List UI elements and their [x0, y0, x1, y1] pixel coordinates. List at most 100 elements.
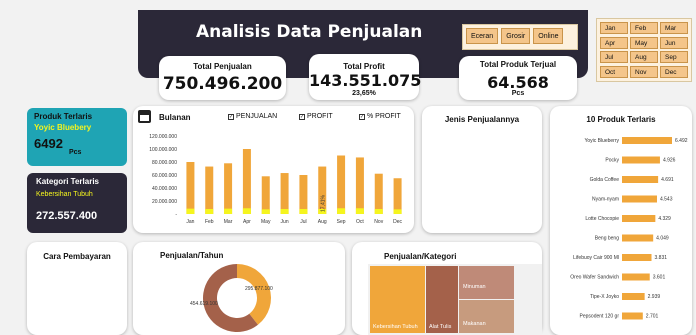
bar-profit[interactable]: [280, 208, 289, 214]
product-bar[interactable]: [622, 234, 654, 242]
month-sep-button[interactable]: Sep: [660, 51, 688, 63]
product-bar[interactable]: [622, 176, 659, 183]
bar-profit[interactable]: [224, 208, 233, 214]
kpi-total-produk: Total Produk Terjual 64.568 Pcs: [459, 56, 577, 100]
month-jun-button[interactable]: Jun: [660, 36, 688, 49]
bar-profit[interactable]: [355, 208, 364, 214]
kpi-profit-value: 143.551.075: [309, 71, 422, 90]
product-value-label: 3.601: [653, 275, 666, 281]
x-tick-label: Aug: [318, 219, 327, 225]
penjualan-kategori-card: Penjualan/Kategori Kebersihan Tubuh Alat…: [352, 242, 542, 335]
product-value-label: 4.049: [656, 236, 669, 242]
slicer-online-button[interactable]: Online: [533, 28, 564, 44]
product-bar[interactable]: [622, 137, 672, 144]
month-oct-button[interactable]: Oct: [600, 65, 628, 78]
bar-penjualan[interactable]: [299, 175, 308, 214]
x-tick-label: Dec: [393, 219, 402, 225]
slicer-grosir-button[interactable]: Grosir: [501, 28, 531, 44]
kpi-produk-label: Total Produk Terjual: [479, 60, 557, 69]
product-name-label: Nyam-nyam: [592, 197, 619, 203]
treemap-label-makanan: Makanan: [463, 321, 486, 327]
bar-penjualan[interactable]: [337, 155, 346, 215]
treemap: Kebersihan Tubuh Alat Tulis Minuman Maka…: [368, 264, 542, 335]
x-tick-label: Jun: [281, 219, 289, 225]
legend-profit[interactable]: ✓ PROFIT: [299, 113, 333, 120]
donut-label-a: 295.877.100: [245, 286, 273, 292]
product-bar[interactable]: [622, 254, 652, 261]
x-tick-label: May: [261, 219, 271, 225]
y-tick-label: 100.000.000: [149, 147, 177, 153]
product-name-label: Lifebuoy Cair 900 Ml: [573, 255, 619, 261]
y-tick-label: 40.000.000: [152, 186, 177, 192]
treemap-cell-makanan[interactable]: Makanan: [459, 300, 514, 333]
month-jul-button[interactable]: Jul: [600, 51, 628, 63]
calendar-icon: [138, 110, 151, 123]
month-aug-button[interactable]: Aug: [630, 51, 658, 63]
month-dec-button[interactable]: Dec: [660, 65, 688, 78]
month-may-button[interactable]: May: [630, 36, 658, 49]
bar-profit[interactable]: [374, 208, 383, 214]
kategori-title: Penjualan/Kategori: [384, 252, 457, 261]
month-jan-button[interactable]: Jan: [600, 22, 628, 34]
top10-bar-chart: Yoyic Blueberry 6.492 Pocky 4.926 Golda Coff…: [570, 137, 688, 320]
x-tick-label: Mar: [224, 219, 233, 225]
product-bar[interactable]: [622, 215, 656, 222]
kpi-total-profit: Total Profit 143.551.075 23,65%: [309, 54, 422, 100]
bar-penjualan[interactable]: [242, 149, 251, 214]
legend-percent-profit[interactable]: ✓ % PROFIT: [359, 113, 401, 120]
treemap-cell-alat-tulis[interactable]: Alat Tulis: [426, 266, 458, 333]
month-mar-button[interactable]: Mar: [660, 22, 688, 34]
bar-profit[interactable]: [186, 208, 195, 214]
product-value-label: 6.492: [675, 138, 688, 144]
bar-penjualan[interactable]: [280, 173, 289, 214]
percent-profit-annotation: 17,41%: [320, 194, 326, 212]
product-value-label: 2.939: [648, 294, 661, 300]
x-tick-label: Jan: [186, 219, 194, 225]
product-name-label: Golda Coffee: [590, 177, 620, 183]
month-feb-button[interactable]: Feb: [630, 22, 658, 34]
slicer-eceran-button[interactable]: Eceran: [466, 28, 499, 44]
bar-penjualan[interactable]: [205, 166, 214, 214]
treemap-cell-minuman[interactable]: Minuman: [459, 266, 514, 299]
bar-penjualan[interactable]: [224, 163, 233, 214]
bar-penjualan[interactable]: [186, 162, 195, 214]
y-tick-label: 20.000.000: [152, 199, 177, 205]
bar-penjualan[interactable]: [374, 173, 383, 214]
bar-profit[interactable]: [299, 208, 308, 214]
product-name-label: Tipe-X Joyko: [590, 294, 619, 300]
product-value-label: 4.543: [660, 197, 673, 203]
bar-penjualan[interactable]: [261, 176, 270, 214]
bar-penjualan[interactable]: [393, 178, 402, 214]
kpi-profit-percent: 23,65%: [352, 90, 376, 97]
month-apr-button[interactable]: Apr: [600, 36, 628, 49]
product-value-label: 2.701: [646, 314, 659, 320]
product-bar[interactable]: [622, 273, 650, 281]
treemap-label-minuman: Minuman: [463, 284, 486, 290]
bar-profit[interactable]: [205, 208, 214, 214]
product-value-label: 4.329: [658, 216, 671, 222]
tahun-donut-chart: 295.877.100 454.619.100: [190, 264, 273, 332]
product-bar[interactable]: [622, 195, 657, 203]
y-tick-label: 80.000.000: [152, 160, 177, 166]
top-category-value: 272.557.400: [36, 210, 98, 222]
cara-title: Cara Pembayaran: [43, 252, 111, 261]
bar-profit[interactable]: [261, 209, 270, 214]
bar-profit[interactable]: [337, 208, 346, 214]
top-product-card: Produk Terlaris Yoyic Bluebery 6492 Pcs: [27, 108, 127, 166]
product-bar[interactable]: [622, 312, 643, 320]
product-name-label: Pocky: [605, 158, 619, 164]
donut-label-b: 454.619.100: [190, 301, 218, 307]
donut-slice-a[interactable]: [237, 264, 271, 325]
x-tick-label: Nov: [374, 219, 383, 225]
treemap-cell-kebersihan[interactable]: Kebersihan Tubuh: [370, 266, 425, 333]
bar-penjualan[interactable]: [355, 157, 364, 214]
product-bar[interactable]: [622, 293, 645, 300]
bar-profit[interactable]: [242, 208, 251, 214]
month-nov-button[interactable]: Nov: [630, 65, 658, 78]
legend-penjualan-label: PENJUALAN: [236, 113, 278, 120]
bar-profit[interactable]: [393, 209, 402, 214]
legend-profit-label: PROFIT: [307, 113, 333, 120]
product-bar[interactable]: [622, 156, 660, 164]
legend-penjualan[interactable]: ✓ PENJUALAN: [228, 113, 277, 120]
y-tick-label: 60.000.000: [152, 173, 177, 179]
